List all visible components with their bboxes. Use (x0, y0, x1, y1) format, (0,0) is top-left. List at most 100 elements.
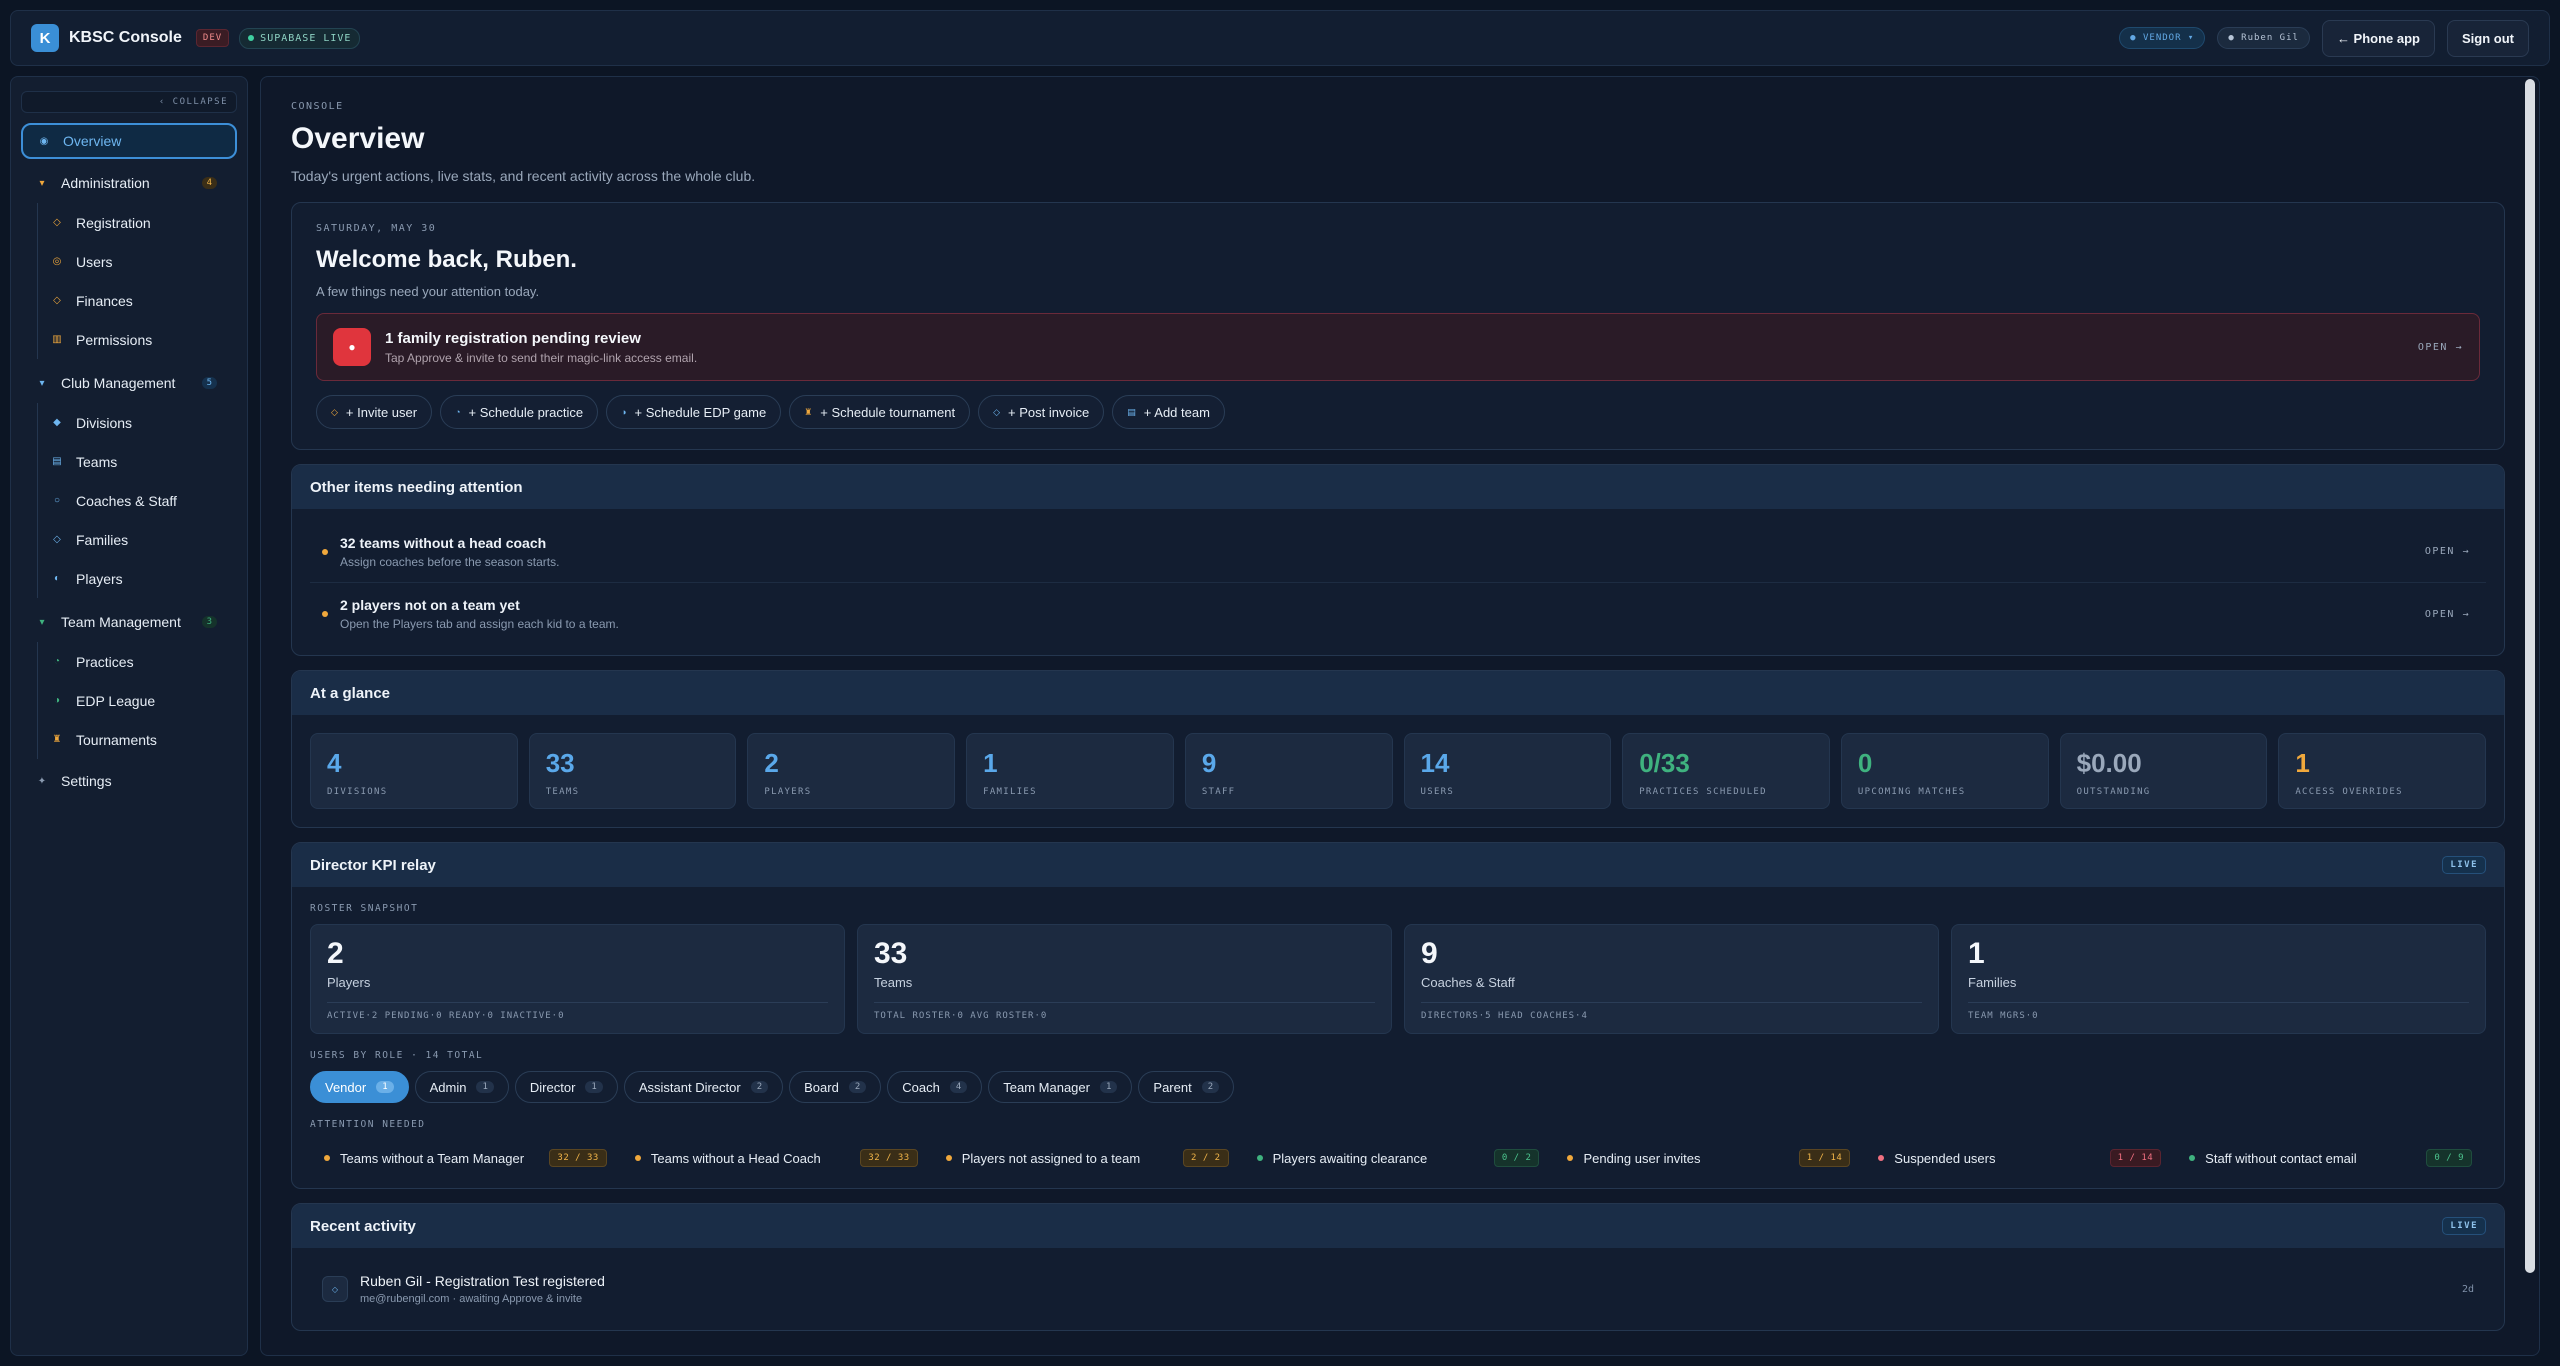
roster-card-players[interactable]: 2 Players ACTIVE·2 PENDING·0 READY·0 INA… (310, 924, 845, 1034)
sidebar-item-families[interactable]: ◇ Families (38, 520, 237, 559)
sidebar-group-administration[interactable]: ▾ Administration 4 (21, 163, 237, 203)
welcome-sub: A few things need your attention today. (316, 284, 540, 299)
role-chip-team-manager[interactable]: Team Manager 1 (988, 1071, 1133, 1103)
role-switcher[interactable]: ● VENDOR ▾ (2119, 27, 2206, 49)
role-chip-board[interactable]: Board 2 (789, 1071, 882, 1103)
activity-item[interactable]: ◇ Ruben Gil - Registration Test register… (310, 1260, 2486, 1318)
need-count: 32 / 33 (549, 1149, 607, 1167)
activity-card: Recent activity LIVE ◇ Ruben Gil - Regis… (291, 1203, 2505, 1331)
role-chip-admin[interactable]: Admin 1 (414, 1071, 509, 1103)
attention-title: 2 players not on a team yet (340, 597, 520, 613)
stat-families[interactable]: 1 FAMILIES (966, 733, 1174, 809)
need-players-awaiting-clearance[interactable]: Players awaiting clearance 0 / 2 (1243, 1140, 1554, 1176)
phone-app-button[interactable]: ← Phone app (2321, 19, 2435, 57)
attention-card: Other items needing attention 32 teams w… (291, 464, 2505, 656)
need-players-not-assigned[interactable]: Players not assigned to a team 2 / 2 (932, 1140, 1243, 1176)
role-name: Board (804, 1079, 839, 1095)
edp-game-icon: ◑ (621, 407, 627, 417)
roster-value: 9 (1421, 937, 1438, 970)
group-count: 5 (201, 377, 217, 389)
sidebar-item-divisions[interactable]: ◆ Divisions (38, 403, 237, 442)
roster-card-families[interactable]: 1 Families TEAM MGRS·0 (1951, 924, 2486, 1034)
need-pending-invites[interactable]: Pending user invites 1 / 14 (1553, 1140, 1864, 1176)
need-label: Teams without a Team Manager (340, 1150, 525, 1166)
roster-card-coaches-staff[interactable]: 9 Coaches & Staff DIRECTORS·5 HEAD COACH… (1404, 924, 1939, 1034)
need-staff-without-email[interactable]: Staff without contact email 0 / 9 (2175, 1140, 2486, 1176)
attention-item[interactable]: 32 teams without a head coach Assign coa… (310, 521, 2486, 583)
alert-sub: Tap Approve & invite to send their magic… (385, 350, 698, 365)
sidebar-item-label: Coaches & Staff (76, 492, 177, 509)
stat-value: 2 (764, 748, 779, 778)
invite-user-button[interactable]: ◇ + Invite user (316, 395, 433, 429)
sidebar-item-finances[interactable]: ◇ Finances (38, 281, 237, 320)
sidebar-item-edp-league[interactable]: ◑ EDP League (38, 681, 237, 720)
post-invoice-button[interactable]: ◇ + Post invoice (978, 395, 1105, 429)
schedule-edp-game-button[interactable]: ◑ + Schedule EDP game (606, 395, 782, 429)
stat-users[interactable]: 14 USERS (1403, 733, 1612, 809)
sidebar-item-permissions[interactable]: ▥ Permissions (38, 320, 237, 359)
sidebar-item-practices[interactable]: ◔ Practices (38, 642, 237, 681)
role-chip-assistant-director[interactable]: Assistant Director 2 (623, 1071, 784, 1103)
need-suspended-users[interactable]: Suspended users 1 / 14 (1864, 1140, 2175, 1176)
role-count: 2 (1201, 1081, 1220, 1093)
coaches-icon: ○ (53, 495, 61, 506)
alert-open-link[interactable]: OPEN → (2418, 342, 2463, 353)
role-chip-vendor[interactable]: Vendor 1 (310, 1071, 409, 1103)
sidebar-item-overview[interactable]: ◉ Overview (21, 123, 237, 159)
page-title: Overview (291, 122, 425, 155)
stat-divisions[interactable]: 4 DIVISIONS (310, 733, 518, 809)
activity-title: Ruben Gil - Registration Test registered (360, 1273, 605, 1289)
sidebar-item-teams[interactable]: ▤ Teams (38, 442, 237, 481)
registration-alert[interactable]: ● 1 family registration pending review T… (316, 313, 2480, 381)
roster-card-teams[interactable]: 33 Teams TOTAL ROSTER·0 AVG ROSTER·0 (857, 924, 1392, 1034)
welcome-heading: Welcome back, Ruben. (316, 246, 577, 273)
scrollbar[interactable] (2525, 79, 2535, 1273)
role-chip-director[interactable]: Director 1 (514, 1071, 618, 1103)
stat-teams[interactable]: 33 TEAMS (528, 733, 737, 809)
quick-action-label: + Invite user (345, 404, 418, 420)
sidebar-item-registration[interactable]: ◇ Registration (38, 203, 237, 242)
sidebar-item-users[interactable]: ◎ Users (38, 242, 237, 281)
stat-outstanding[interactable]: $0.00 OUTSTANDING (2059, 733, 2268, 809)
sign-out-button[interactable]: Sign out (2447, 19, 2529, 57)
app-name: KBSC Console (69, 29, 182, 46)
sidebar-item-settings[interactable]: ✦ Settings (21, 763, 237, 799)
stat-practices-scheduled[interactable]: 0/33 PRACTICES SCHEDULED (1622, 733, 1830, 809)
practice-icon: ◔ (455, 407, 461, 417)
roster-detail: ACTIVE·2 PENDING·0 READY·0 INACTIVE·0 (327, 1002, 828, 1021)
sidebar-group-team-management[interactable]: ▾ Team Management 3 (21, 602, 237, 642)
roster-label: Teams (874, 975, 913, 990)
stat-label: PLAYERS (764, 787, 812, 797)
sidebar-item-tournaments[interactable]: ♜ Tournaments (38, 720, 237, 759)
schedule-tournament-button[interactable]: ♜ + Schedule tournament (789, 395, 971, 429)
need-teams-without-manager[interactable]: Teams without a Team Manager 32 / 33 (310, 1140, 621, 1176)
role-name: Team Manager (1003, 1079, 1090, 1095)
users-by-role-label: USERS BY ROLE · 14 TOTAL (310, 1050, 484, 1061)
sidebar-item-coaches-staff[interactable]: ○ Coaches & Staff (38, 481, 237, 520)
add-team-button[interactable]: ▤ + Add team (1112, 395, 1225, 429)
sidebar-item-label: EDP League (76, 692, 156, 709)
need-count: 32 / 33 (860, 1149, 918, 1167)
warning-dot-icon (324, 1155, 330, 1161)
attention-item[interactable]: 2 players not on a team yet Open the Pla… (310, 583, 2486, 645)
warning-dot-icon (322, 548, 328, 555)
stat-access-overrides[interactable]: 1 ACCESS OVERRIDES (2278, 733, 2487, 809)
sidebar-group-club-management[interactable]: ▾ Club Management 5 (21, 363, 237, 403)
activity-card-title: Recent activity (310, 1217, 416, 1235)
group-count: 3 (201, 616, 217, 628)
user-pill[interactable]: ● Ruben Gil (2217, 27, 2310, 49)
stat-players[interactable]: 2 PLAYERS (747, 733, 956, 809)
attention-open-link[interactable]: OPEN → (2425, 546, 2470, 557)
attention-open-link[interactable]: OPEN → (2425, 609, 2470, 620)
sidebar-group-label: Club Management (61, 375, 176, 391)
app-logo[interactable]: K (31, 24, 59, 52)
need-teams-without-head-coach[interactable]: Teams without a Head Coach 32 / 33 (621, 1140, 932, 1176)
trophy-icon: ♜ (804, 406, 813, 417)
role-chip-coach[interactable]: Coach 4 (887, 1071, 983, 1103)
role-chip-parent[interactable]: Parent 2 (1138, 1071, 1235, 1103)
stat-upcoming-matches[interactable]: 0 UPCOMING MATCHES (1840, 733, 2049, 809)
schedule-practice-button[interactable]: ◔ + Schedule practice (440, 395, 599, 429)
collapse-button[interactable]: ‹ COLLAPSE (21, 91, 237, 113)
stat-staff[interactable]: 9 STAFF (1184, 733, 1393, 809)
sidebar-item-players[interactable]: ◐ Players (38, 559, 237, 598)
